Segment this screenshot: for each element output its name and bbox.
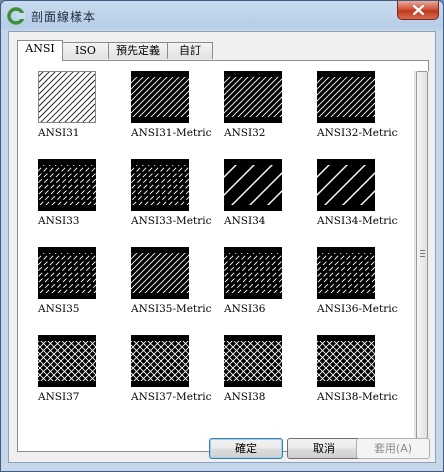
pattern-tile[interactable]: ANSI36-Metric [309,247,401,327]
pattern-label: ANSI34 [224,215,266,227]
pattern-tile[interactable]: ANSI37-Metric [123,335,215,415]
pattern-tile[interactable]: ANSI37 [30,335,122,415]
scrollbar-thumb[interactable] [416,71,428,439]
pattern-label: ANSI35-Metric [131,303,212,315]
cancel-button[interactable]: 取消 [287,438,361,459]
ok-button[interactable]: 確定 [209,438,283,459]
pattern-swatch [131,335,189,387]
pattern-swatch [38,159,96,211]
close-button[interactable] [397,1,439,20]
pattern-label: ANSI31-Metric [131,127,212,139]
pattern-label: ANSI33-Metric [131,215,212,227]
pattern-swatch [131,71,189,123]
pattern-label: ANSI31 [38,127,80,139]
pattern-tile[interactable]: ANSI33 [30,159,122,239]
pattern-label: ANSI32 [224,127,266,139]
pattern-tile[interactable]: ANSI31-Metric [123,71,215,151]
pattern-tile[interactable]: ANSI32 [216,71,308,151]
pattern-label: ANSI38 [224,391,266,403]
pattern-swatch [38,71,96,123]
tab-predefined[interactable]: 預先定義 [108,42,168,59]
pattern-label: ANSI36 [224,303,266,315]
pattern-tile[interactable]: ANSI38-Metric [309,335,401,415]
pattern-tile[interactable]: ANSI36 [216,247,308,327]
pattern-grid: ANSI31 ANSI31-Metric ANSI32 ANSI32-Metric AN… [30,71,410,443]
pattern-label: ANSI37 [38,391,80,403]
hatch-pattern-dialog: 剖面線樣本 ANSI ISO 預先定義 自訂 ANSI31 ANSI31-Metr… [0,0,444,472]
pattern-swatch [317,71,375,123]
pattern-tile[interactable]: ANSI34-Metric [309,159,401,239]
pattern-label: ANSI37-Metric [131,391,212,403]
pattern-swatch [317,335,375,387]
pattern-label: ANSI32-Metric [317,127,398,139]
pattern-tile[interactable]: ANSI32-Metric [309,71,401,151]
pattern-swatch [224,335,282,387]
pattern-tile[interactable]: ANSI38 [216,335,308,415]
pattern-swatch [131,247,189,299]
pattern-swatch [38,247,96,299]
pattern-swatch [224,247,282,299]
pattern-tile[interactable]: ANSI35 [30,247,122,327]
pattern-tile[interactable]: ANSI33-Metric [123,159,215,239]
vertical-scrollbar[interactable] [414,71,429,441]
pattern-swatch [224,71,282,123]
pattern-swatch [317,247,375,299]
title-bar: 剖面線樣本 [1,1,443,31]
pattern-swatch [38,335,96,387]
pattern-tile[interactable]: ANSI31 [30,71,122,151]
tab-panel-ansi: ANSI31 ANSI31-Metric ANSI32 ANSI32-Metric AN… [17,60,429,452]
pattern-swatch [131,159,189,211]
window-title: 剖面線樣本 [31,10,97,24]
scroll-grip-icon [420,250,425,257]
tab-iso[interactable]: ISO [62,42,109,59]
pattern-label: ANSI36-Metric [317,303,398,315]
pattern-label: ANSI35 [38,303,80,315]
dialog-body: ANSI ISO 預先定義 自訂 ANSI31 ANSI31-Metric ANSI… [8,31,436,463]
apply-button: 套用(A) [356,438,430,459]
pattern-label: ANSI38-Metric [317,391,398,403]
pattern-tile[interactable]: ANSI35-Metric [123,247,215,327]
tab-custom[interactable]: 自訂 [167,42,213,59]
app-logo-icon [7,7,25,25]
pattern-label: ANSI34-Metric [317,215,398,227]
pattern-swatch [224,159,282,211]
pattern-swatch [317,159,375,211]
pattern-label: ANSI33 [38,215,80,227]
pattern-tile[interactable]: ANSI34 [216,159,308,239]
tab-ansi[interactable]: ANSI [17,40,63,61]
